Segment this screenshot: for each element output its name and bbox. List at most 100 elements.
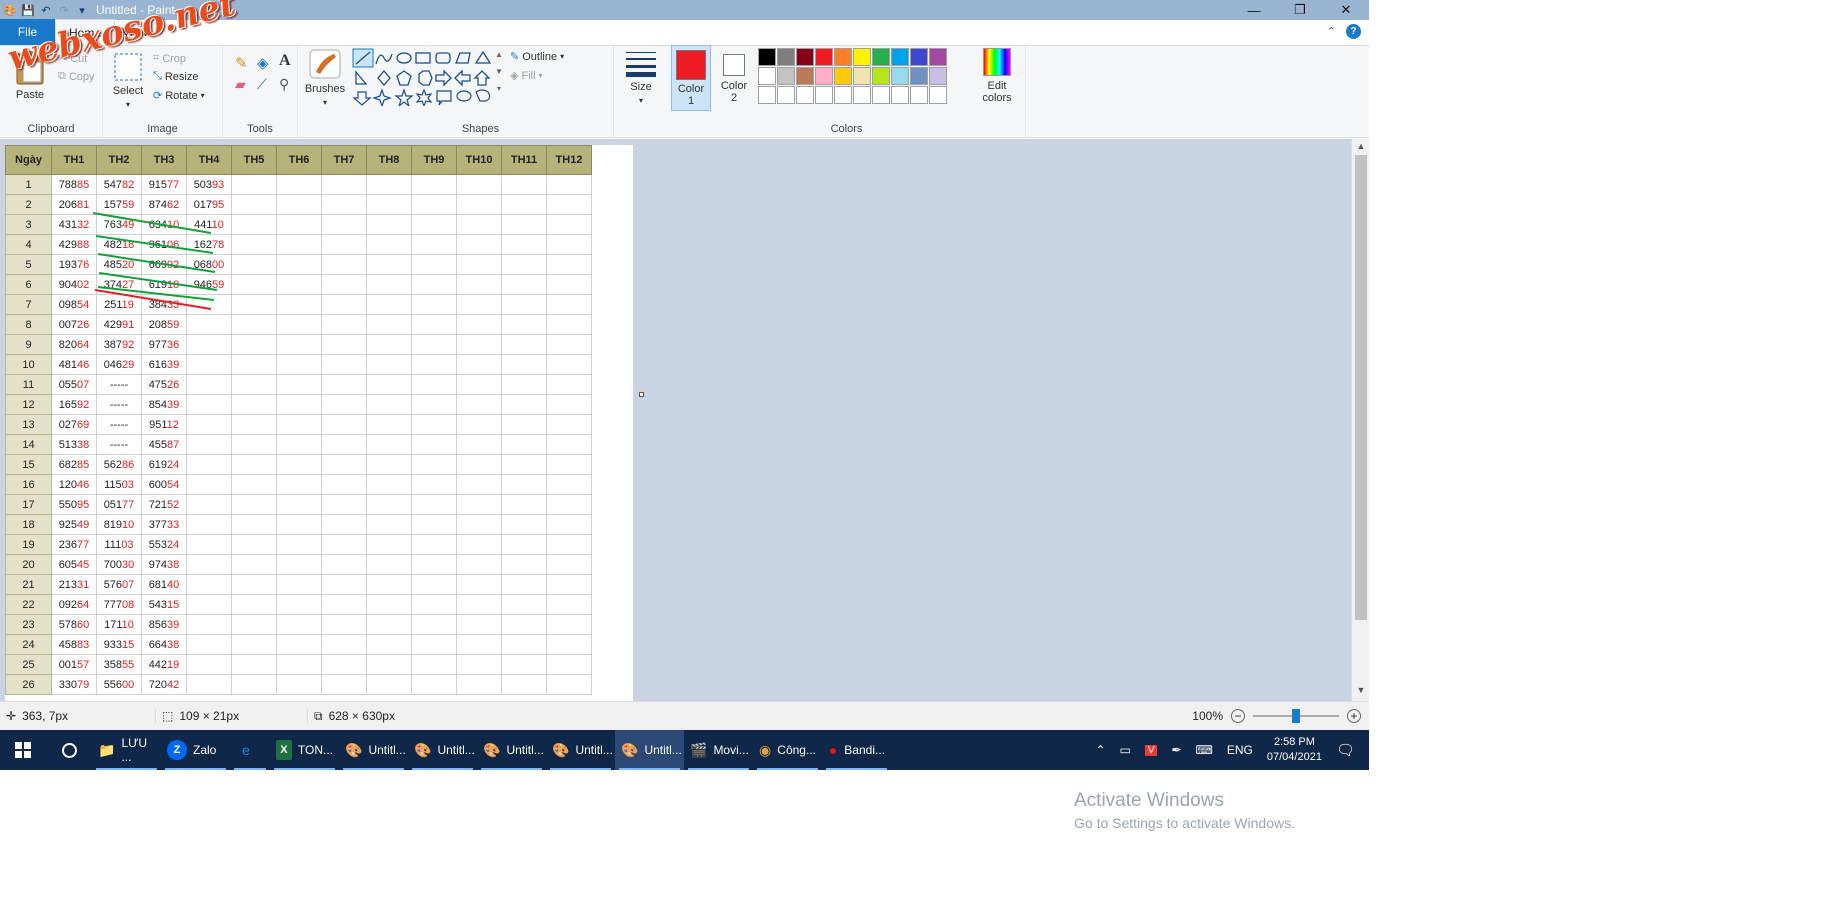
keyboard-icon[interactable]: ⌨ [1196, 743, 1213, 757]
zoom-slider-thumb[interactable] [1292, 709, 1300, 723]
color-swatch[interactable] [872, 86, 890, 104]
scroll-up-icon[interactable]: ▲ [1352, 141, 1370, 155]
customize-qat-icon[interactable]: ▾ [74, 2, 90, 18]
color-swatch[interactable] [910, 48, 928, 66]
taskbar-item[interactable]: 🎬 Movi... [684, 730, 753, 770]
color-swatch[interactable] [834, 86, 852, 104]
copy-button[interactable]: ⧉ Copy [58, 70, 95, 83]
tray-chevron-icon[interactable]: ⌃ [1095, 743, 1105, 757]
fill-button[interactable]: ◈ Fill ▾ [510, 69, 543, 83]
color-swatch[interactable] [777, 67, 795, 85]
taskbar-item[interactable]: 🎨 Untitl... [615, 730, 684, 770]
help-icon[interactable]: ? [1346, 24, 1361, 39]
scroll-thumb[interactable] [1355, 155, 1367, 620]
color-swatch[interactable] [815, 67, 833, 85]
shapes-gallery[interactable] [352, 48, 492, 106]
color-swatch[interactable] [891, 86, 909, 104]
color-swatch[interactable] [758, 86, 776, 104]
taskbar-item[interactable]: 🎨 Untitl... [339, 730, 408, 770]
color-swatch[interactable] [929, 86, 947, 104]
crop-button[interactable]: ⌗ Crop [153, 52, 186, 65]
vertical-scrollbar[interactable]: ▲ ▼ [1351, 139, 1369, 701]
color-swatch[interactable] [834, 48, 852, 66]
color-swatch[interactable] [758, 48, 776, 66]
redo-icon[interactable]: ↷ [56, 2, 72, 18]
taskbar-item[interactable]: e [230, 730, 270, 770]
color-swatch[interactable] [910, 86, 928, 104]
color-swatch[interactable] [891, 48, 909, 66]
collapse-ribbon-icon[interactable]: ⌃ [1327, 25, 1336, 38]
canvas[interactable]: Ngày TH1 TH2 TH3 TH4 TH5 TH6 TH7 TH8 TH9 TH10 TH11 T… [5, 145, 633, 701]
paste-button[interactable]: Paste [8, 50, 52, 101]
taskbar-item[interactable]: Z Zalo [161, 730, 230, 770]
maximize-button[interactable]: ❐ [1277, 0, 1323, 20]
battery-icon[interactable]: ▭ [1119, 743, 1130, 757]
taskbar-item[interactable]: ◉ Công... [753, 730, 822, 770]
vivaldi-tray-icon[interactable]: V [1144, 744, 1158, 756]
color-swatch[interactable] [910, 67, 928, 85]
zoom-slider[interactable] [1253, 709, 1339, 723]
clock[interactable]: 2:58 PM 07/04/2021 [1267, 735, 1322, 765]
color-swatch[interactable] [815, 48, 833, 66]
language-indicator[interactable]: ENG [1227, 743, 1253, 757]
color1-button[interactable]: Color 1 [671, 45, 711, 111]
magnifier-icon[interactable]: ⚲ [279, 76, 289, 93]
shapes-gallery-scroll[interactable]: ▲ ▼ ▾ [495, 50, 503, 93]
tab-home[interactable]: Home [55, 19, 115, 45]
scroll-down-icon[interactable]: ▼ [1352, 685, 1370, 699]
canvas-resize-handle[interactable] [639, 392, 644, 397]
color-swatch[interactable] [853, 86, 871, 104]
color-swatch[interactable] [777, 86, 795, 104]
zoom-out-icon[interactable]: − [1231, 709, 1245, 723]
text-tool-icon[interactable]: A [279, 52, 291, 70]
color-swatch[interactable] [872, 67, 890, 85]
color-swatch[interactable] [929, 48, 947, 66]
zoom-in-icon[interactable]: + [1347, 709, 1361, 723]
minimize-button[interactable]: — [1231, 0, 1277, 20]
paint-app-icon[interactable]: 🎨 [2, 2, 18, 18]
color-swatch[interactable] [834, 67, 852, 85]
color-swatch[interactable] [796, 86, 814, 104]
taskbar-item[interactable]: 🎨 Untitl... [477, 730, 546, 770]
select-button[interactable]: Select ▾ [109, 52, 147, 109]
edit-colors-button[interactable]: Edit colors [975, 48, 1019, 104]
color2-swatch [723, 54, 745, 76]
undo-icon[interactable]: ↶ [38, 2, 54, 18]
rotate-button[interactable]: ⟳ Rotate ▾ [153, 89, 205, 103]
fill-bucket-icon[interactable]: ◈ [257, 54, 269, 72]
color-swatch[interactable] [853, 48, 871, 66]
eraser-icon[interactable]: ▰ [235, 76, 246, 93]
close-button[interactable]: ✕ [1323, 0, 1369, 20]
color-swatch[interactable] [872, 48, 890, 66]
cut-button[interactable]: ✂ Cut [58, 52, 87, 66]
cortana-button[interactable] [46, 730, 92, 770]
color-swatch[interactable] [891, 67, 909, 85]
paint-window: 🎨 💾 ↶ ↷ ▾ Untitled - Paint — ❐ ✕ webxoso… [0, 0, 1369, 831]
pen-icon[interactable]: ✒ [1171, 743, 1181, 757]
color-swatch[interactable] [796, 67, 814, 85]
brushes-button[interactable]: Brushes ▾ [304, 48, 346, 107]
color-swatch[interactable] [815, 86, 833, 104]
taskbar-item[interactable]: 📁 LƯU ... [92, 730, 161, 770]
save-icon[interactable]: 💾 [20, 2, 36, 18]
resize-button[interactable]: ⤡ Resize [153, 70, 198, 83]
taskbar-item[interactable]: 🎨 Untitl... [408, 730, 477, 770]
color-swatch[interactable] [796, 48, 814, 66]
pencil-icon[interactable]: ✎ [235, 54, 248, 72]
outline-button[interactable]: ✎ Outline ▾ [510, 50, 564, 64]
start-button[interactable] [0, 730, 46, 770]
color-swatch[interactable] [853, 67, 871, 85]
color2-button[interactable]: Color 2 [714, 50, 754, 104]
tab-file[interactable]: File [0, 19, 55, 45]
size-button[interactable]: Size ▾ [622, 48, 660, 105]
taskbar-item[interactable]: ● Bandi... [822, 730, 891, 770]
green-stroke-4 [98, 272, 218, 291]
color-picker-icon[interactable]: ⟋ [257, 76, 267, 93]
color-swatch[interactable] [758, 67, 776, 85]
notifications-icon[interactable]: 🗨 [1336, 741, 1355, 759]
tab-view[interactable]: View [115, 19, 155, 45]
color-swatch[interactable] [777, 48, 795, 66]
taskbar-item[interactable]: X TON... [270, 730, 339, 770]
taskbar-item[interactable]: 🎨 Untitl... [546, 730, 615, 770]
color-swatch[interactable] [929, 67, 947, 85]
